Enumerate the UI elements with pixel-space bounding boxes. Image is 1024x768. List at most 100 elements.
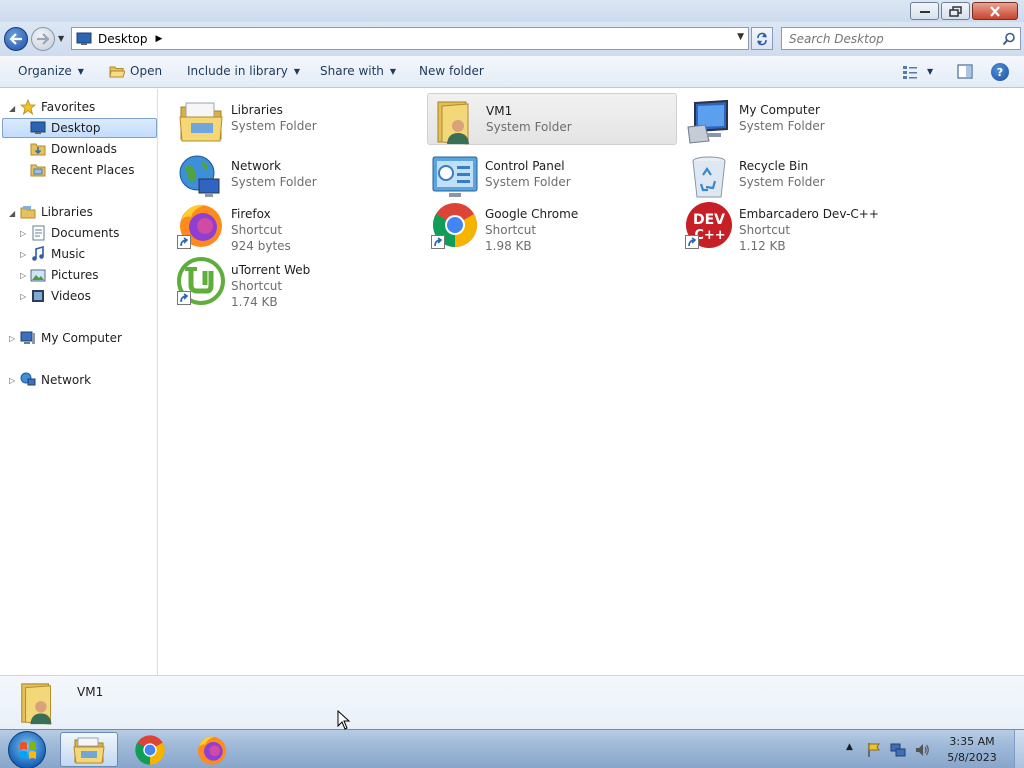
expand-network-icon[interactable]: ▷ [9, 376, 15, 385]
item-name: Libraries [231, 103, 283, 117]
organize-button[interactable]: Organize ▼ [18, 64, 84, 78]
command-bar: Organize ▼ Open Include in library ▼ Share… [0, 56, 1024, 88]
taskbar-explorer[interactable] [60, 732, 118, 767]
chrome-icon [135, 734, 165, 765]
item-name: My Computer [739, 103, 820, 117]
nav-downloads[interactable]: Downloads [30, 139, 117, 159]
expand-libraries-icon[interactable]: ◢ [9, 209, 15, 218]
help-button[interactable]: ? [991, 63, 1009, 81]
music-icon [32, 246, 44, 261]
item-utorrent-web[interactable]: uTorrent Web Shortcut 1.74 KB [173, 253, 423, 319]
include-in-library-button[interactable]: Include in library ▼ [187, 64, 300, 78]
show-hidden-icons-icon[interactable]: ▲ [846, 742, 853, 752]
title-bar [0, 0, 1024, 22]
user-folder-icon [21, 683, 52, 725]
nav-favorites-label: Favorites [41, 100, 96, 114]
expand-documents-icon[interactable]: ▷ [20, 229, 26, 238]
clock[interactable]: 3:35 AM 5/8/2023 [940, 734, 1004, 766]
item-type: System Folder [231, 175, 317, 189]
back-button[interactable] [4, 27, 28, 51]
item-my-computer[interactable]: My Computer System Folder [681, 93, 931, 145]
item-name: Control Panel [485, 159, 565, 173]
nav-my-computer-label: My Computer [41, 331, 122, 345]
breadcrumb-desktop[interactable]: Desktop [98, 32, 148, 46]
network-icon [179, 155, 220, 197]
item-type: System Folder [231, 119, 317, 133]
item-google-chrome[interactable]: Google Chrome Shortcut 1.98 KB [427, 197, 677, 263]
nav-network[interactable]: Network [20, 370, 91, 390]
recent-places-icon [30, 164, 46, 177]
item-libraries[interactable]: Libraries System Folder [173, 93, 423, 145]
close-button[interactable] [972, 2, 1018, 20]
start-button[interactable] [8, 731, 46, 768]
libraries-icon [20, 206, 36, 219]
new-folder-button[interactable]: New folder [419, 64, 484, 78]
item-embarcadero-dev-cpp[interactable]: DEV C++ Embarcadero Dev-C++ Shortcut 1.1… [681, 197, 931, 263]
nav-desktop-label: Desktop [51, 121, 101, 135]
show-desktop-button[interactable] [1014, 730, 1024, 768]
open-button[interactable]: Open [109, 64, 162, 78]
chevron-down-icon: ▼ [77, 66, 84, 76]
search-input[interactable] [789, 31, 989, 46]
volume-icon[interactable] [914, 742, 930, 758]
nav-my-computer[interactable]: My Computer [20, 328, 122, 348]
nav-videos-label: Videos [51, 289, 91, 303]
view-options-chevron-icon[interactable]: ▼ [927, 67, 933, 76]
item-type: System Folder [485, 175, 571, 189]
new-folder-label: New folder [419, 64, 484, 78]
breadcrumb-arrow-icon[interactable]: ▶ [156, 34, 163, 44]
change-view-icon[interactable] [902, 65, 918, 79]
nav-libraries[interactable]: Libraries [20, 202, 93, 222]
item-size: 1.12 KB [739, 239, 786, 253]
item-network[interactable]: Network System Folder [173, 149, 423, 201]
item-recycle-bin[interactable]: Recycle Bin System Folder [681, 149, 931, 201]
share-with-label: Share with [320, 64, 384, 78]
item-type: System Folder [739, 175, 825, 189]
preview-pane-icon[interactable] [957, 64, 973, 79]
explorer-icon [73, 737, 105, 763]
nav-recent-places-label: Recent Places [51, 163, 135, 177]
nav-pictures-label: Pictures [51, 268, 99, 282]
search-icon[interactable] [1002, 32, 1016, 46]
computer-icon [687, 99, 728, 144]
clock-date: 5/8/2023 [947, 751, 997, 764]
item-control-panel[interactable]: Control Panel System Folder [427, 149, 677, 201]
shortcut-arrow-icon [431, 235, 445, 249]
desktop-icon [30, 121, 46, 134]
chevron-down-icon: ▼ [389, 66, 397, 76]
nav-music[interactable]: Music [30, 244, 85, 264]
include-in-library-label: Include in library [187, 64, 288, 78]
item-size: 924 bytes [231, 239, 291, 253]
nav-documents-label: Documents [51, 226, 120, 240]
shortcut-arrow-icon [177, 291, 191, 305]
maximize-button[interactable] [941, 2, 970, 20]
recent-pages-dropdown[interactable]: ▼ [58, 34, 64, 43]
refresh-icon [757, 32, 767, 45]
forward-button[interactable] [31, 27, 55, 51]
nav-favorites[interactable]: Favorites [20, 97, 95, 117]
address-dropdown-icon[interactable]: ▼ [737, 32, 744, 42]
address-bar[interactable]: Desktop ▶ ▼ [71, 27, 749, 50]
share-with-button[interactable]: Share with ▼ [320, 64, 396, 78]
item-type: Shortcut [485, 223, 537, 237]
taskbar-firefox[interactable] [183, 732, 241, 767]
address-row: ▼ Desktop ▶ ▼ [0, 22, 1024, 56]
nav-desktop[interactable]: Desktop [2, 118, 157, 138]
expand-videos-icon[interactable]: ▷ [20, 292, 26, 301]
refresh-button[interactable] [751, 27, 773, 50]
item-vm1[interactable]: VM1 System Folder [427, 93, 677, 145]
expand-pictures-icon[interactable]: ▷ [20, 271, 26, 280]
svg-text:C++: C++ [694, 228, 725, 243]
taskbar-chrome[interactable] [121, 732, 179, 767]
action-center-flag-icon[interactable] [866, 742, 882, 758]
nav-videos[interactable]: Videos [30, 286, 91, 306]
nav-recent-places[interactable]: Recent Places [30, 160, 134, 180]
nav-documents[interactable]: Documents [30, 223, 119, 243]
minimize-button[interactable] [910, 2, 939, 20]
network-status-icon[interactable] [890, 742, 906, 758]
expand-music-icon[interactable]: ▷ [20, 250, 26, 259]
back-arrow-icon [9, 33, 22, 45]
nav-pictures[interactable]: Pictures [30, 265, 99, 285]
expand-my-computer-icon[interactable]: ▷ [9, 334, 15, 343]
expand-favorites-icon[interactable]: ◢ [9, 104, 15, 113]
